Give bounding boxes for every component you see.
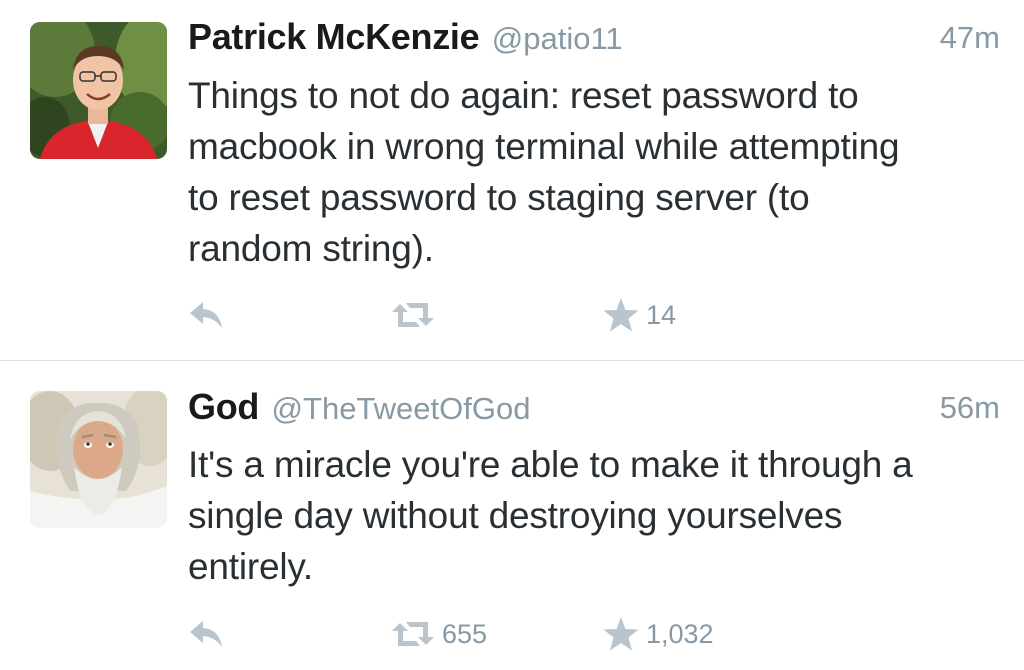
retweet-icon	[392, 303, 434, 327]
tweet-text-line: random string).	[188, 228, 434, 269]
tweet-text: Things to not do again: reset password t…	[188, 70, 1008, 274]
avatar[interactable]	[30, 391, 167, 528]
retweet-icon	[392, 622, 434, 646]
favorite-count: 1,032	[646, 618, 714, 649]
reply-icon	[190, 621, 222, 647]
timestamp[interactable]: 56m	[940, 390, 1000, 426]
tweet-text-line: It's a miracle you're able to make it th…	[188, 444, 913, 485]
reply-icon	[190, 302, 222, 328]
tweet-header: Patrick McKenzie @patio11 47m	[188, 16, 1000, 64]
tweet-text-line: entirely.	[188, 546, 314, 587]
tweet-text-line: macbook in wrong terminal while attempti…	[188, 126, 900, 167]
favorite-button[interactable]: 14	[602, 290, 676, 340]
tweet-actions: 14	[0, 290, 1024, 340]
retweet-button[interactable]	[390, 290, 442, 340]
avatar-photo	[30, 391, 167, 528]
retweet-count: 655	[442, 618, 488, 649]
author-handle[interactable]: @TheTweetOfGod	[272, 391, 531, 426]
avatar[interactable]	[30, 22, 167, 159]
favorite-count: 14	[646, 299, 677, 330]
tweet-text-line: Things to not do again: reset password t…	[188, 75, 859, 116]
retweet-button[interactable]: 655	[390, 609, 487, 659]
tweet[interactable]: God @TheTweetOfGod 56m It's a miracle yo…	[0, 361, 1024, 670]
author-name[interactable]: God	[188, 386, 259, 427]
timestamp[interactable]: 47m	[940, 20, 1000, 56]
star-icon	[603, 298, 639, 332]
author-handle[interactable]: @patio11	[492, 21, 623, 56]
tweet-text-line: to reset password to staging server (to	[188, 177, 810, 218]
tweet[interactable]: Patrick McKenzie @patio11 47m Things to …	[0, 0, 1024, 360]
author-name[interactable]: Patrick McKenzie	[188, 16, 480, 57]
tweet-text: It's a miracle you're able to make it th…	[188, 439, 1008, 592]
favorite-button[interactable]: 1,032	[602, 609, 714, 659]
avatar-photo	[30, 22, 167, 159]
tweet-header: God @TheTweetOfGod 56m	[188, 386, 1000, 434]
tweet-actions: 655 1,032	[0, 609, 1024, 659]
reply-button[interactable]	[188, 290, 224, 340]
tweet-text-line: single day without destroying yourselves	[188, 495, 843, 536]
star-icon	[603, 617, 639, 651]
reply-button[interactable]	[188, 609, 224, 659]
